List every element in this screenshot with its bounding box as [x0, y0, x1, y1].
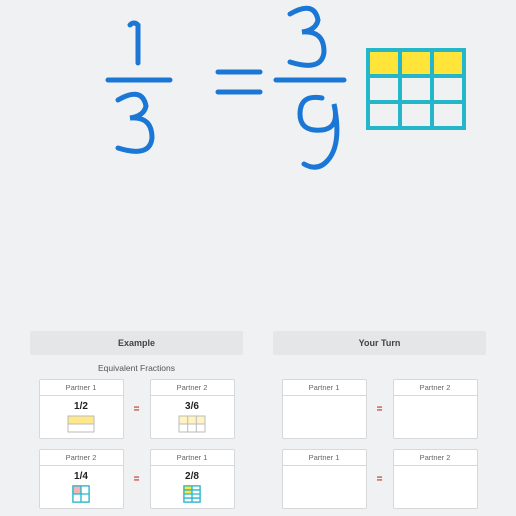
fraction-text: 1/2: [74, 401, 88, 412]
partner-label: Partner 2: [393, 449, 478, 465]
grid-diagram: [368, 50, 464, 128]
yourturn-panel: Your Turn . Partner 1 = Partner 2 Partne…: [273, 331, 486, 516]
digit-1: [130, 23, 138, 63]
yourturn-card-1-right[interactable]: Partner 2: [393, 379, 478, 439]
equals-icon: =: [375, 474, 385, 485]
yourturn-card-2-left[interactable]: Partner 1: [282, 449, 367, 509]
partner-label: Partner 1: [282, 449, 367, 465]
digit-9: [300, 97, 337, 167]
partner-label: Partner 1: [282, 379, 367, 395]
fraction-text: 2/8: [185, 471, 199, 482]
example-header: Example: [30, 331, 243, 355]
equals-icon: =: [132, 404, 142, 415]
partner-label: Partner 1: [150, 449, 235, 465]
example-card-2-right: Partner 1 2/8: [150, 449, 235, 509]
quarter-diagram-icon: [67, 485, 95, 503]
yourturn-card-1-left[interactable]: Partner 1: [282, 379, 367, 439]
equals-icon: =: [375, 404, 385, 415]
example-card-1-right: Partner 2 3/6: [150, 379, 235, 439]
example-subtitle: Equivalent Fractions: [30, 363, 243, 373]
example-card-1-left: Partner 1 1/2: [39, 379, 124, 439]
digit-3-left-den: [118, 94, 152, 151]
fraction-text: 1/4: [74, 471, 88, 482]
fraction-text: 3/6: [185, 401, 199, 412]
partner-label: Partner 2: [39, 449, 124, 465]
example-row-2: Partner 2 1/4 = Partner 1: [30, 449, 243, 509]
example-card-2-left: Partner 2 1/4: [39, 449, 124, 509]
yourturn-row-1: Partner 1 = Partner 2: [273, 379, 486, 439]
half-diagram-icon: [67, 415, 95, 433]
example-row-1: Partner 1 1/2 = Partner 2 3/6: [30, 379, 243, 439]
handwritten-equation: [0, 0, 516, 300]
yourturn-card-2-right[interactable]: Partner 2: [393, 449, 478, 509]
digit-3-right-num: [290, 8, 324, 65]
example-panel: Example Equivalent Fractions Partner 1 1…: [30, 331, 243, 516]
partner-label: Partner 2: [150, 379, 235, 395]
partner-label: Partner 1: [39, 379, 124, 395]
yourturn-header: Your Turn: [273, 331, 486, 355]
partner-label: Partner 2: [393, 379, 478, 395]
worksheet-strip: Example Equivalent Fractions Partner 1 1…: [0, 331, 516, 516]
yourturn-row-2: Partner 1 = Partner 2: [273, 449, 486, 509]
equals-icon: =: [132, 474, 142, 485]
sixths-diagram-icon: [178, 415, 206, 433]
eighths-diagram-icon: [178, 485, 206, 503]
